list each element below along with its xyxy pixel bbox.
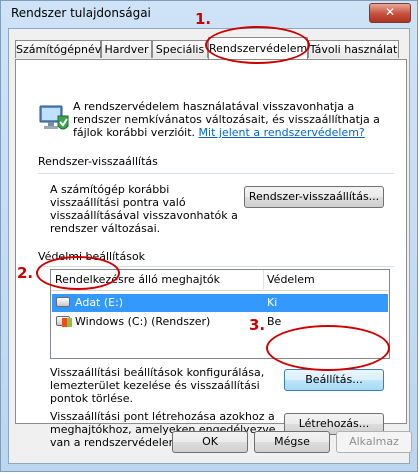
window-title: Rendszer tulajdonságai <box>11 6 151 20</box>
ok-button[interactable]: OK <box>172 431 248 453</box>
table-row[interactable]: Adat (E:) Ki <box>52 294 388 312</box>
restore-heading: Rendszer-visszaállítás <box>38 155 158 168</box>
protection-status: Ki <box>267 296 278 309</box>
drive-name: Windows (C:) (Rendszer) <box>75 315 211 328</box>
system-restore-button[interactable]: Rendszer-visszaállítás... <box>244 186 384 208</box>
tab-advanced[interactable]: Speciális <box>152 40 208 58</box>
separator <box>38 266 394 267</box>
apply-button[interactable]: Alkalmaz <box>336 431 412 453</box>
system-protection-panel: A rendszervédelem használatával visszavo… <box>15 59 407 449</box>
annotation-1: 1. <box>195 10 212 28</box>
cancel-button[interactable]: Mégse <box>254 431 330 453</box>
windows-logo-icon <box>62 318 72 327</box>
restore-description: A számítógép korábbi visszaállítási pont… <box>50 183 238 235</box>
close-icon: ✕ <box>384 5 396 19</box>
tab-computer-name[interactable]: Számítógépnév <box>15 40 101 58</box>
tab-hardware[interactable]: Hardver <box>101 40 152 58</box>
annotation-2: 2. <box>17 264 34 282</box>
protection-status: Be <box>267 315 282 328</box>
drive-list[interactable]: Rendelkezésre álló meghajtók Védelem Ada… <box>50 269 390 359</box>
system-drive-icon <box>56 316 72 327</box>
list-header: Rendelkezésre álló meghajtók Védelem <box>51 270 389 291</box>
column-header-drives[interactable]: Rendelkezésre álló meghajtók <box>55 273 220 286</box>
separator <box>38 173 394 174</box>
column-header-protection[interactable]: Védelem <box>267 273 315 286</box>
configure-button[interactable]: Beállítás... <box>284 369 384 391</box>
drive-icon <box>56 297 70 307</box>
annotation-3: 3. <box>249 316 266 334</box>
system-properties-window: Rendszer tulajdonságai ✕ Számítógépnév H… <box>0 0 418 472</box>
config-description: Visszaállítási beállítások konfigurálása… <box>50 366 265 405</box>
intro-text: A rendszervédelem használatával visszavo… <box>73 100 391 139</box>
protection-heading: Védelmi beállítások <box>38 250 146 263</box>
drive-name: Adat (E:) <box>75 296 124 309</box>
dialog-client-area: Számítógépnév Hardver Speciális Rendszer… <box>8 28 412 464</box>
tab-system-protection[interactable]: Rendszervédelem <box>208 37 308 59</box>
system-protection-icon <box>38 102 70 134</box>
close-button[interactable]: ✕ <box>369 3 411 23</box>
tab-remote[interactable]: Távoli használat <box>308 40 399 58</box>
table-row[interactable]: Windows (C:) (Rendszer) Be <box>52 313 388 331</box>
column-divider[interactable] <box>263 270 264 289</box>
help-link[interactable]: Mit jelent a rendszervédelem? <box>199 126 365 139</box>
